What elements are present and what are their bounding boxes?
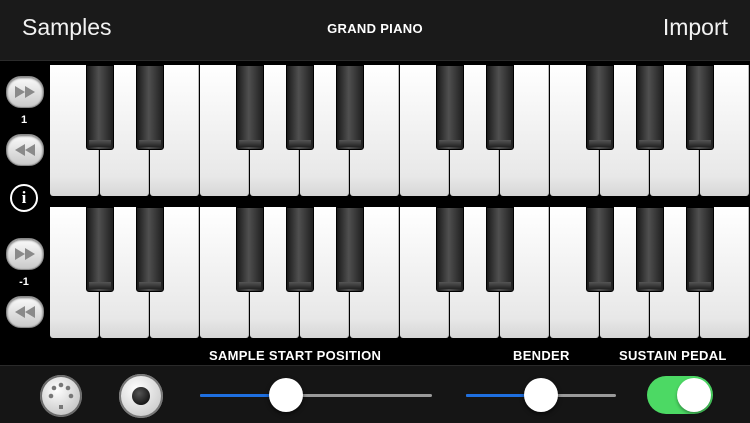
black-key[interactable] [286,65,314,150]
midi-din-icon[interactable] [40,375,82,417]
info-button[interactable]: i [10,184,38,212]
rewind-icon [15,306,35,318]
black-key[interactable] [86,65,114,150]
octave-down-upper-button[interactable] [6,134,44,166]
bottom-bar [0,365,750,423]
black-key[interactable] [436,65,464,150]
record-icon[interactable] [119,374,163,418]
bender-label: BENDER [513,348,570,363]
bender-slider[interactable] [466,378,616,412]
octave-controls: 1 i -1 [0,60,48,362]
black-key[interactable] [486,65,514,150]
black-key[interactable] [586,207,614,292]
sustain-pedal-toggle-knob [677,378,711,412]
octave-up-lower-button[interactable] [6,238,44,270]
upper-keyboard [50,65,750,198]
black-key[interactable] [636,65,664,150]
black-key[interactable] [686,207,714,292]
instrument-title: GRAND PIANO [327,21,423,36]
black-key[interactable] [136,207,164,292]
top-bar: Samples GRAND PIANO Import [0,0,750,61]
black-key[interactable] [286,207,314,292]
black-key[interactable] [686,65,714,150]
sustain-pedal-label: SUSTAIN PEDAL [619,348,727,363]
black-key[interactable] [636,207,664,292]
fast-forward-icon [15,86,35,98]
lower-octave-value: -1 [19,276,29,288]
black-key[interactable] [336,207,364,292]
black-key[interactable] [586,65,614,150]
black-key[interactable] [336,65,364,150]
black-key[interactable] [236,65,264,150]
octave-down-lower-button[interactable] [6,296,44,328]
black-key[interactable] [436,207,464,292]
sustain-pedal-toggle[interactable] [647,376,713,414]
black-key[interactable] [136,65,164,150]
upper-octave-value: 1 [20,114,28,126]
black-key[interactable] [486,207,514,292]
sample-start-slider-thumb[interactable] [268,378,303,412]
octave-up-upper-button[interactable] [6,76,44,108]
fast-forward-icon [15,248,35,260]
black-key[interactable] [86,207,114,292]
sample-start-slider[interactable] [200,378,432,412]
black-key[interactable] [236,207,264,292]
bender-slider-thumb[interactable] [524,378,558,412]
midi-pins [48,382,74,409]
lower-keyboard [50,207,750,340]
rewind-icon [15,144,35,156]
sample-start-label: SAMPLE START POSITION [209,348,382,363]
import-button[interactable]: Import [663,14,728,41]
